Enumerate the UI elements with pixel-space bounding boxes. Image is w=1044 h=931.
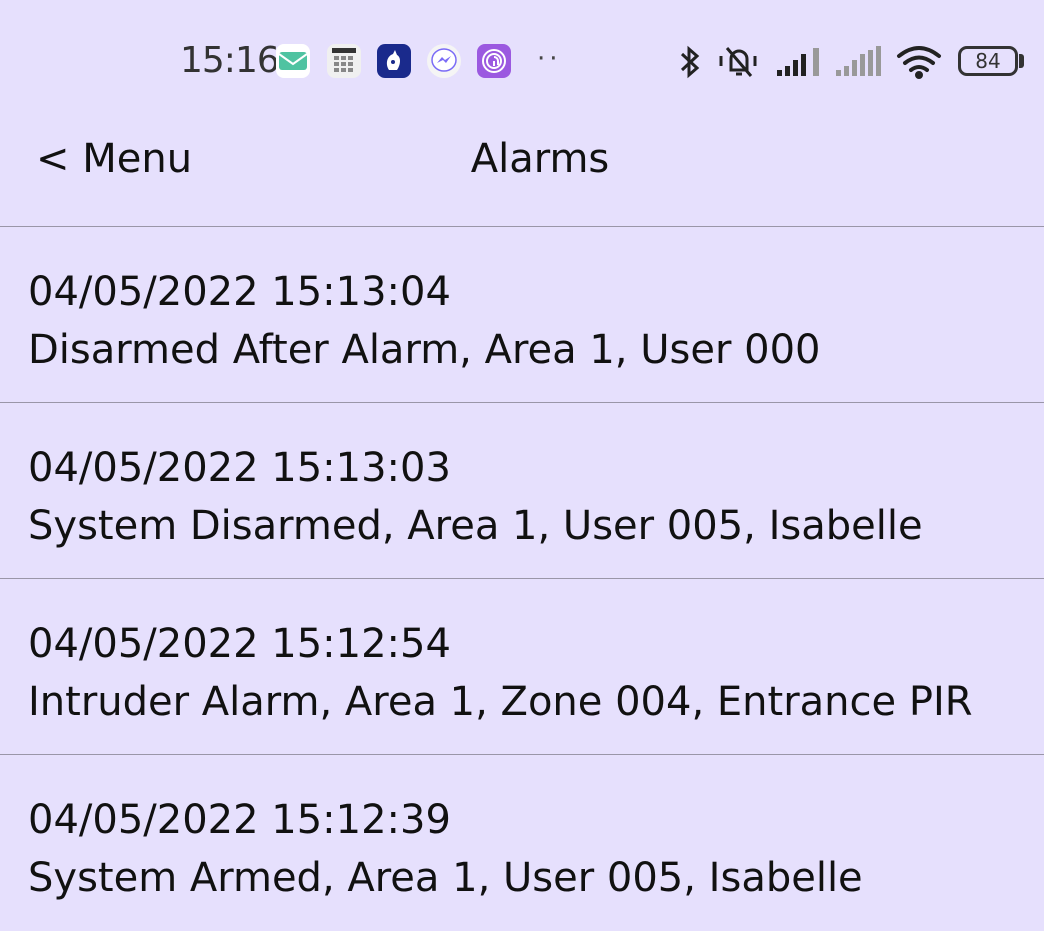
alarm-timestamp: 04/05/2022 15:13:04 bbox=[28, 269, 451, 315]
mail-icon bbox=[276, 44, 310, 78]
alarm-timestamp: 04/05/2022 15:12:54 bbox=[28, 621, 451, 667]
page-title: Alarms bbox=[470, 136, 610, 182]
wifi-icon bbox=[895, 44, 943, 84]
alarm-description: Intruder Alarm, Area 1, Zone 004, Entran… bbox=[28, 679, 973, 725]
battery-icon: 84 bbox=[958, 46, 1018, 76]
list-item[interactable]: 04/05/2022 15:13:04 Disarmed After Alarm… bbox=[0, 227, 1044, 403]
texecom-icon bbox=[327, 44, 361, 78]
status-time: 15:16 bbox=[180, 40, 280, 81]
more-notifications-icon: ·· bbox=[537, 44, 562, 74]
messenger-icon bbox=[427, 44, 461, 78]
alarm-description: Disarmed After Alarm, Area 1, User 000 bbox=[28, 327, 821, 373]
signal-icon bbox=[834, 44, 886, 82]
bluetooth-icon bbox=[676, 44, 704, 84]
status-bar: 15:16 ·· 84 bbox=[0, 0, 1044, 120]
alarm-description: System Armed, Area 1, User 005, Isabelle bbox=[28, 855, 863, 901]
alarm-description: System Disarmed, Area 1, User 005, Isabe… bbox=[28, 503, 923, 549]
alarm-timestamp: 04/05/2022 15:13:03 bbox=[28, 445, 451, 491]
lottery-icon bbox=[377, 44, 411, 78]
fingerprint-icon bbox=[477, 44, 511, 78]
alarm-list: 04/05/2022 15:13:04 Disarmed After Alarm… bbox=[0, 227, 1044, 931]
signal-icon bbox=[775, 44, 823, 82]
list-item[interactable]: 04/05/2022 15:12:54 Intruder Alarm, Area… bbox=[0, 579, 1044, 755]
battery-tip bbox=[1019, 54, 1024, 68]
list-item[interactable]: 04/05/2022 15:12:39 System Armed, Area 1… bbox=[0, 755, 1044, 931]
list-item[interactable]: 04/05/2022 15:13:03 System Disarmed, Are… bbox=[0, 403, 1044, 579]
nav-bar: < Menu Alarms bbox=[0, 120, 1044, 227]
silent-icon bbox=[717, 44, 761, 84]
alarm-timestamp: 04/05/2022 15:12:39 bbox=[28, 797, 451, 843]
